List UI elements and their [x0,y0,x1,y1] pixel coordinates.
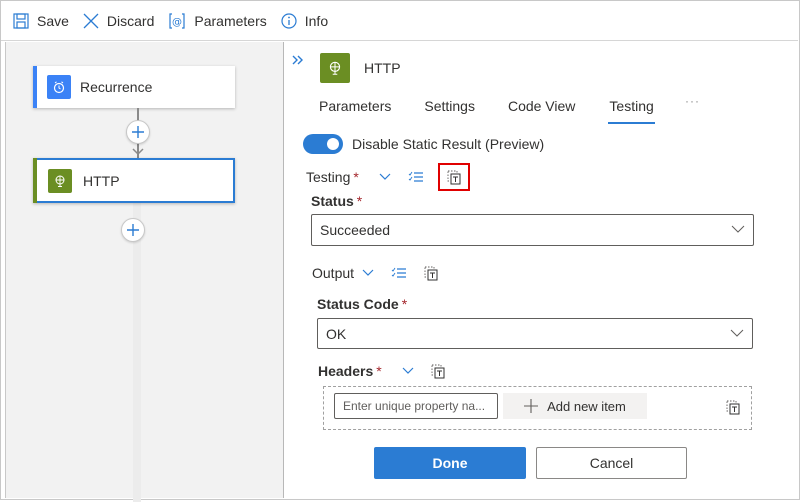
canvas-track [133,202,141,502]
text-mode-icon [726,400,740,415]
toggle-label: Disable Static Result (Preview) [352,136,545,152]
static-result-row: Disable Static Result (Preview) [303,134,544,154]
cancel-button[interactable]: Cancel [536,447,687,479]
info-button[interactable]: Info [281,13,328,29]
parameters-icon: @ [169,12,185,29]
headers-label: Headers [318,363,374,379]
plus-icon [127,224,139,236]
plus-icon [132,126,144,138]
parameters-button[interactable]: @ Parameters [168,12,267,29]
chevron-down-icon [402,367,414,374]
status-code-value: OK [326,325,347,342]
chevron-down-icon [379,173,391,180]
output-label: Output [312,265,355,281]
save-icon [13,12,29,29]
output-text-mode-button[interactable] [424,266,438,281]
add-new-item-label: Add new item [547,398,626,414]
checklist-icon [391,267,407,278]
info-icon [281,12,297,29]
static-result-toggle[interactable] [303,134,343,154]
info-label: Info [304,12,329,29]
globe-icon [320,53,350,83]
toolbar: Save Discard @ Parameters Info [1,1,798,41]
discard-button[interactable]: Discard [83,13,154,29]
required-mark: * [353,169,359,185]
testing-section-header: Testing * [306,163,470,191]
http-card[interactable]: HTTP [33,158,235,203]
chevron-down-icon [362,269,374,276]
http-label: HTTP [83,172,120,189]
arrow-down-icon [132,148,144,156]
done-button[interactable]: Done [374,447,526,479]
action-panel: HTTP Parameters Settings Code View Testi… [285,42,798,498]
chevron-down-icon [731,225,745,233]
tab-parameters[interactable]: Parameters [319,98,391,124]
tab-bar: Parameters Settings Code View Testing [319,98,688,124]
required-mark: * [401,296,408,312]
globe-icon [48,168,72,193]
status-label-text: Status [311,193,354,209]
headers-section-header: Headers * [318,363,445,379]
output-section-header: Output [312,265,438,281]
recurrence-label: Recurrence [80,79,153,95]
status-select[interactable]: Succeeded [311,214,754,246]
headers-text-mode-button[interactable] [431,364,445,379]
status-code-select[interactable]: OK [317,318,753,349]
status-code-label-text: Status Code [317,296,399,312]
text-mode-icon [447,170,461,184]
designer-canvas: Recurrence HTTP [5,42,284,502]
output-checklist-button[interactable] [391,267,407,279]
collapse-panel-icon[interactable] [292,55,304,65]
more-tabs-button[interactable]: ··· [685,94,700,108]
chevron-down-icon [730,329,744,337]
checklist-icon [408,171,423,182]
alarm-clock-icon [47,75,71,99]
required-mark: * [356,193,363,209]
expand-output-button[interactable] [362,269,374,277]
text-mode-icon [431,364,445,378]
add-new-item-button[interactable]: Add new item [503,393,647,419]
text-mode-icon [424,266,438,280]
headers-box-text-mode-button[interactable] [726,400,740,415]
expand-testing-button[interactable] [379,173,391,181]
plus-icon [524,399,539,413]
discard-icon [83,13,99,28]
tab-settings[interactable]: Settings [424,98,475,124]
status-value: Succeeded [320,222,391,238]
testing-label: Testing [306,169,351,185]
card-accent [33,66,37,108]
recurrence-card[interactable]: Recurrence [33,66,235,108]
svg-text:@: @ [172,17,182,28]
insert-step-button[interactable] [126,120,150,144]
discard-label: Discard [106,12,155,29]
status-code-label: Status Code * [317,296,407,312]
checklist-button[interactable] [408,171,424,183]
parameters-label: Parameters [194,12,267,29]
save-button[interactable]: Save [13,13,69,29]
panel-title: HTTP [364,60,401,76]
save-label: Save [37,12,69,29]
expand-headers-button[interactable] [402,367,414,375]
tab-testing[interactable]: Testing [608,98,655,124]
property-name-input[interactable] [334,393,498,419]
text-mode-button[interactable] [437,163,470,191]
required-mark: * [376,363,382,379]
add-step-button[interactable] [121,218,145,242]
status-label: Status * [311,193,362,209]
card-accent [33,158,37,203]
tab-code-view[interactable]: Code View [508,98,575,124]
headers-editor: Add new item [323,386,752,430]
